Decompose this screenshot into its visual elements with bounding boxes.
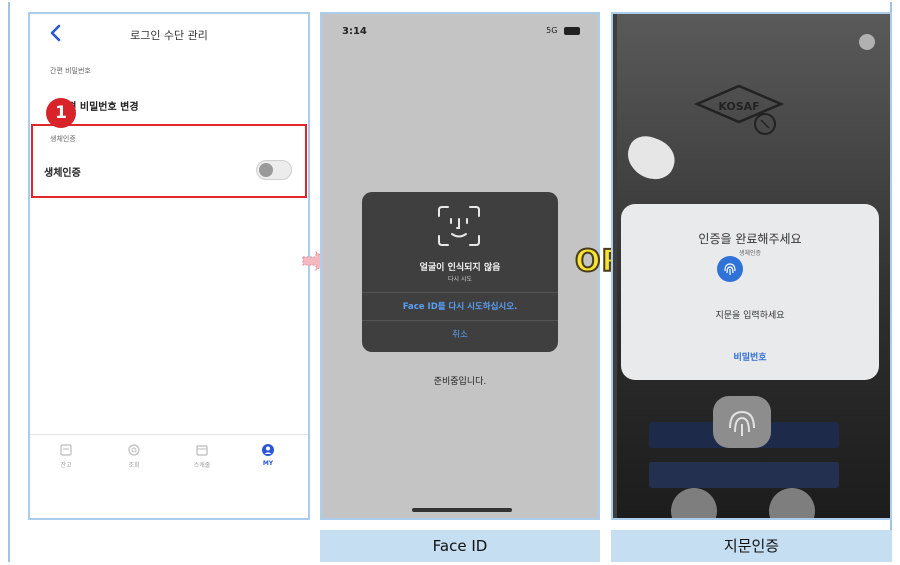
wallet-icon (60, 444, 72, 456)
fingerprint-icon (724, 263, 736, 275)
cancel-button[interactable]: 취소 (362, 328, 558, 340)
tab-search[interactable]: 조회 (114, 443, 154, 469)
kosaf-logo-icon: KOSAF (693, 84, 785, 135)
fingerprint-photo: KOSAF 인증을 완료해주세요 생체인증 지문을 입력하세요 비밀번호 (611, 12, 892, 520)
fingerprint-prompt: 지문을 입력하세요 (715, 311, 785, 321)
login-method-screen: 로그인 수단 관리 간편 비밀번호 간편 비밀번호 변경 생체인증 생체인증 1… (28, 12, 310, 520)
tab-balance[interactable]: 잔고 (46, 443, 86, 469)
screen-header: 로그인 수단 관리 (30, 14, 308, 54)
logo-text: KOSAF (718, 100, 759, 113)
bottom-tab-bar: 잔고 조회 스캐줄 MY (30, 434, 308, 486)
dialog-subtitle: 다시 시도 (448, 276, 472, 283)
divider (362, 320, 558, 321)
tab-label: 조회 (128, 462, 140, 469)
face-id-dialog: 얼굴이 인식되지 않음 다시 시도 Face ID를 다시 시도하십시오. 취소 (362, 192, 558, 352)
preparing-text: 준비중입니다. (433, 377, 487, 387)
light-reflection (859, 34, 875, 50)
tab-schedule[interactable]: 스캐줄 (182, 443, 222, 469)
section-label-simple-password: 간편 비밀번호 (50, 67, 91, 75)
biometric-toggle[interactable] (256, 160, 292, 180)
step-badge: 1 (46, 98, 76, 128)
password-link[interactable]: 비밀번호 (621, 350, 879, 363)
fingerprint-sensor[interactable] (713, 396, 771, 448)
tab-my[interactable]: MY (248, 443, 288, 467)
biometric-label: 생체인증 (44, 168, 81, 179)
dialog-title: 얼굴이 인식되지 않음 (419, 263, 501, 273)
fingerprint-button[interactable] (717, 256, 743, 282)
face-id-icon (438, 206, 480, 246)
tab-label: 스캐줄 (193, 462, 211, 469)
network-label: 5G (546, 26, 558, 35)
section-label-biometric: 생체인증 (50, 135, 76, 143)
auth-card: 인증을 완료해주세요 생체인증 지문을 입력하세요 비밀번호 (621, 204, 879, 380)
retry-face-id-button[interactable]: Face ID를 다시 시도하십시오. (362, 300, 558, 312)
face-id-screen: 3:14 5G 얼굴이 인식되지 않음 다시 시도 Face ID를 다시 시도… (320, 12, 600, 520)
caption-face-id: Face ID (320, 530, 600, 562)
fingerprint-icon (729, 410, 755, 436)
background-bar (649, 462, 839, 488)
calendar-icon (196, 445, 208, 456)
tab-label: MY (262, 460, 274, 467)
page-title: 로그인 수단 관리 (130, 29, 208, 42)
caption-fingerprint: 지문인증 (611, 530, 892, 562)
tab-label: 잔고 (60, 462, 72, 469)
search-icon (128, 444, 140, 456)
card-title: 인증을 완료해주세요 (698, 232, 802, 246)
home-indicator (412, 508, 512, 512)
status-time: 3:14 (342, 26, 367, 37)
divider (362, 292, 558, 293)
user-icon (262, 444, 274, 456)
card-subtitle: 생체인증 (738, 250, 762, 257)
toggle-knob (259, 163, 273, 177)
status-indicators: 5G (546, 26, 580, 35)
battery-icon (564, 26, 580, 35)
